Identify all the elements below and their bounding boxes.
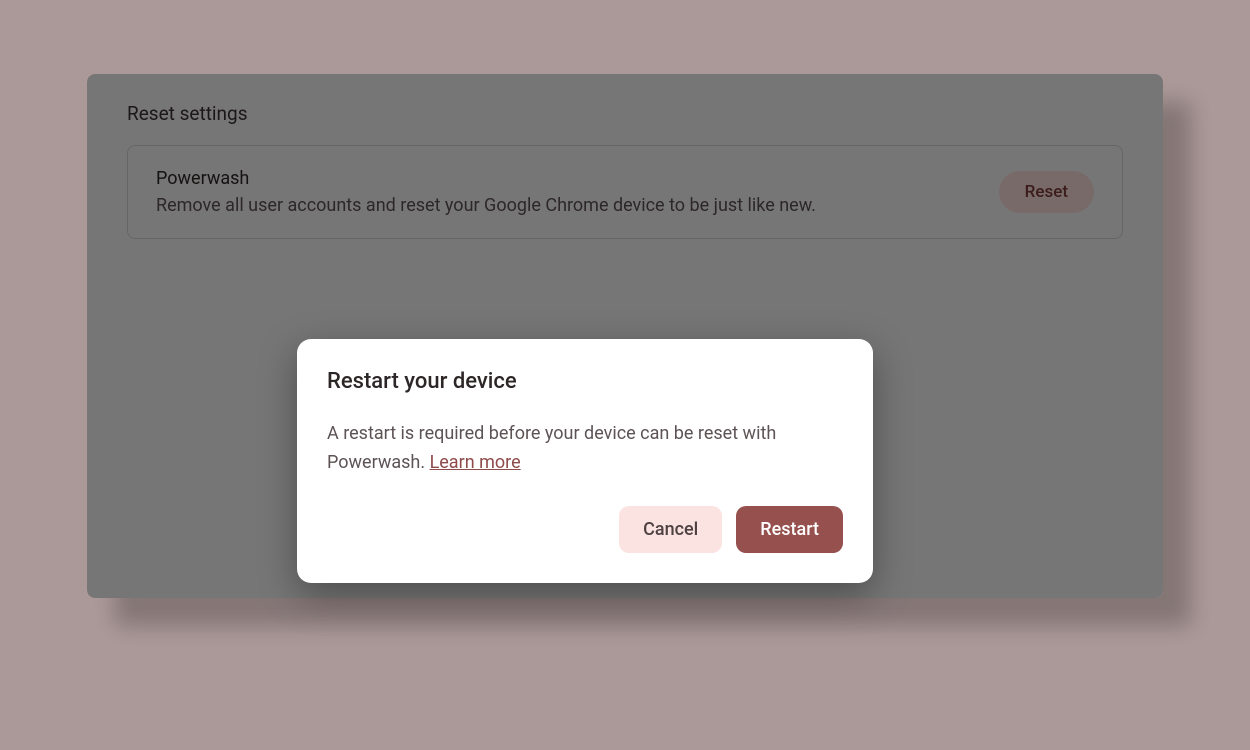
dialog-title: Restart your device bbox=[327, 369, 843, 394]
restart-dialog: Restart your device A restart is require… bbox=[297, 339, 873, 583]
dialog-body: A restart is required before your device… bbox=[327, 420, 843, 478]
restart-button[interactable]: Restart bbox=[736, 506, 843, 553]
reset-settings-panel: Reset settings Powerwash Remove all user… bbox=[87, 74, 1163, 598]
learn-more-link[interactable]: Learn more bbox=[430, 452, 521, 473]
dialog-actions: Cancel Restart bbox=[327, 506, 843, 553]
dialog-body-text: A restart is required before your device… bbox=[327, 423, 776, 473]
cancel-button[interactable]: Cancel bbox=[619, 506, 722, 553]
